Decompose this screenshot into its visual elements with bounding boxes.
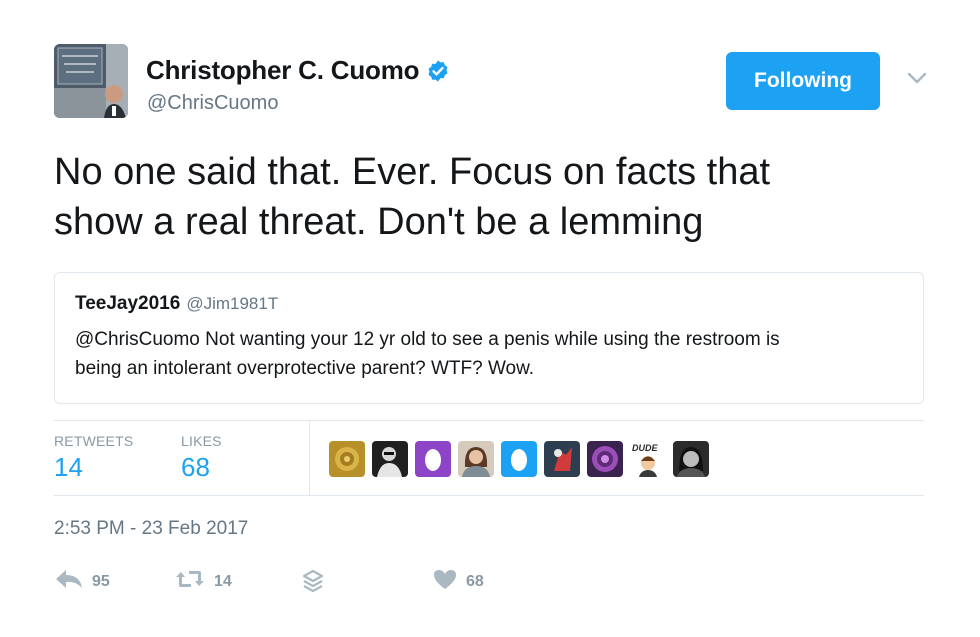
- reply-count: 95: [92, 572, 110, 590]
- liker-avatar[interactable]: [458, 441, 494, 477]
- tweet-text: No one said that. Ever. Focus on facts t…: [54, 147, 934, 247]
- liker-avatar[interactable]: [587, 441, 623, 477]
- like-count: 68: [466, 572, 484, 590]
- author-avatar[interactable]: [54, 44, 128, 118]
- quoted-tweet-text: @ChrisCuomo Not wanting your 12 yr old t…: [75, 325, 905, 383]
- retweets-value: 14: [54, 452, 83, 482]
- author-name-text: Christopher C. Cuomo: [146, 55, 420, 85]
- quoted-tweet-header: TeeJay2016 @Jim1981T: [75, 293, 903, 315]
- liker-avatar[interactable]: [329, 441, 365, 477]
- tweet-card: Christopher C. Cuomo @ChrisCuomo Followi…: [0, 0, 980, 637]
- verified-badge-icon: [426, 59, 450, 83]
- egg-avatar-icon[interactable]: [415, 441, 451, 477]
- stats-divider: [309, 421, 310, 495]
- quoted-author-name: TeeJay2016: [75, 293, 181, 314]
- following-button[interactable]: Following: [726, 52, 880, 110]
- retweets-stat[interactable]: RETWEETS 14: [54, 433, 133, 483]
- liker-avatar[interactable]: [673, 441, 709, 477]
- retweets-label: RETWEETS: [54, 433, 134, 449]
- heart-icon: [432, 568, 458, 595]
- tweet-text-line: show a real threat. Don't be a lemming: [54, 201, 704, 243]
- egg-avatar-icon[interactable]: [501, 441, 537, 477]
- tweet-actions: 95 14 68: [54, 568, 654, 598]
- likers-avatars: DUDE: [329, 441, 709, 477]
- more-actions-button[interactable]: [300, 568, 326, 599]
- layers-icon: [300, 568, 326, 599]
- chevron-down-icon[interactable]: [906, 70, 928, 86]
- tweet-text-line: No one said that. Ever. Focus on facts t…: [54, 151, 771, 193]
- likes-label: LIKES: [181, 433, 222, 449]
- author-handle[interactable]: @ChrisCuomo: [147, 92, 278, 115]
- likes-stat[interactable]: LIKES 68: [181, 433, 222, 483]
- svg-text:DUDE: DUDE: [632, 443, 658, 453]
- tweet-stats: RETWEETS 14 LIKES 68 DUDE: [54, 420, 924, 496]
- liker-avatar[interactable]: [372, 441, 408, 477]
- tweet-timestamp[interactable]: 2:53 PM - 23 Feb 2017: [54, 518, 248, 540]
- reply-icon: [54, 568, 84, 595]
- quoted-tweet[interactable]: TeeJay2016 @Jim1981T @ChrisCuomo Not wan…: [54, 272, 924, 404]
- likes-value: 68: [181, 452, 210, 482]
- liker-avatar[interactable]: [544, 441, 580, 477]
- liker-avatar[interactable]: DUDE: [630, 441, 666, 477]
- like-button[interactable]: 68: [432, 568, 484, 595]
- quoted-text-line: @ChrisCuomo Not wanting your 12 yr old t…: [75, 329, 780, 350]
- retweet-icon: [174, 568, 206, 595]
- quoted-text-line: being an intolerant overprotective paren…: [75, 358, 535, 379]
- retweet-button[interactable]: 14: [174, 568, 232, 595]
- retweet-count: 14: [214, 572, 232, 590]
- author-name[interactable]: Christopher C. Cuomo: [146, 55, 450, 86]
- quoted-author-handle: @Jim1981T: [186, 294, 279, 313]
- reply-button[interactable]: 95: [54, 568, 110, 595]
